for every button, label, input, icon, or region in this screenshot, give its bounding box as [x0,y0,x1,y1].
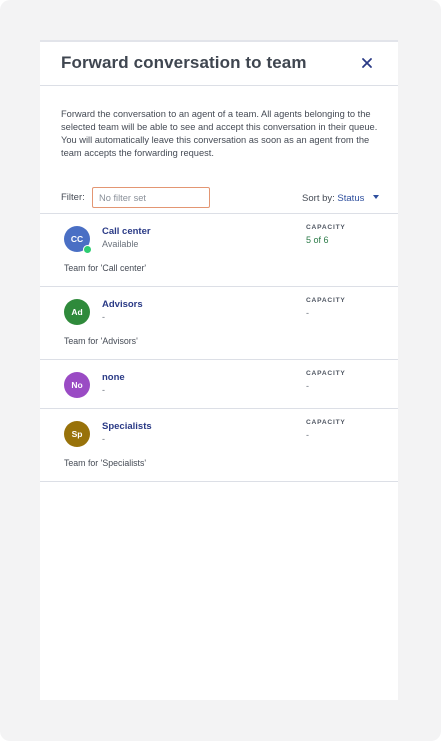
caret-down-icon [373,195,379,200]
team-name: Call center [102,226,151,237]
team-row-call-center[interactable]: CC Call center Available CAPACITY 5 of 6… [40,214,398,287]
capacity-value: - [306,308,309,318]
avatar-initials: Ad [71,307,83,317]
window-background: Forward conversation to team Forward the… [0,0,441,741]
team-description: Team for 'Specialists' [64,458,147,468]
team-name: Specialists [102,421,152,432]
avatar: No [64,372,90,398]
close-icon[interactable] [360,56,374,70]
team-row-specialists[interactable]: Sp Specialists - CAPACITY - Team for 'Sp… [40,409,398,482]
capacity-label: CAPACITY [306,224,346,231]
capacity-label: CAPACITY [306,297,346,304]
capacity-label: CAPACITY [306,419,346,426]
team-status: Available [102,239,139,249]
avatar: Ad [64,299,90,325]
team-description: Team for 'Call center' [64,263,147,273]
filter-toolbar: Filter: Sort by: Status [61,187,379,209]
team-row-advisors[interactable]: Ad Advisors - CAPACITY - Team for 'Advis… [40,287,398,360]
team-name: Advisors [102,299,143,310]
sort-value: Status [337,193,365,204]
dialog-description: Forward the conversation to an agent of … [61,109,378,158]
forward-dialog: Forward conversation to team Forward the… [40,40,398,700]
dialog-title: Forward conversation to team [61,53,307,72]
avatar-initials: No [71,380,83,390]
avatar-initials: CC [70,234,84,244]
team-row-none[interactable]: No none - CAPACITY - [40,360,398,409]
team-status: - [102,312,105,322]
avatar-initials: Sp [71,429,83,439]
avatar: CC [64,226,92,254]
filter-label: Filter: [61,192,85,203]
team-name: none [102,372,125,383]
avatar: Sp [64,421,90,447]
team-description: Team for 'Advisors' [64,336,138,346]
filter-input[interactable] [92,187,210,208]
capacity-value: - [306,430,309,440]
dialog-header: Forward conversation to team [40,42,398,86]
sort-dropdown[interactable]: Sort by: Status [302,193,379,204]
capacity-value: - [306,381,309,391]
online-status-icon [83,245,92,254]
team-status: - [102,434,105,444]
team-status: - [102,385,105,395]
capacity-label: CAPACITY [306,370,346,377]
sort-label: Sort by: [302,193,335,204]
team-list: CC Call center Available CAPACITY 5 of 6… [40,213,398,482]
capacity-value: 5 of 6 [306,235,329,245]
